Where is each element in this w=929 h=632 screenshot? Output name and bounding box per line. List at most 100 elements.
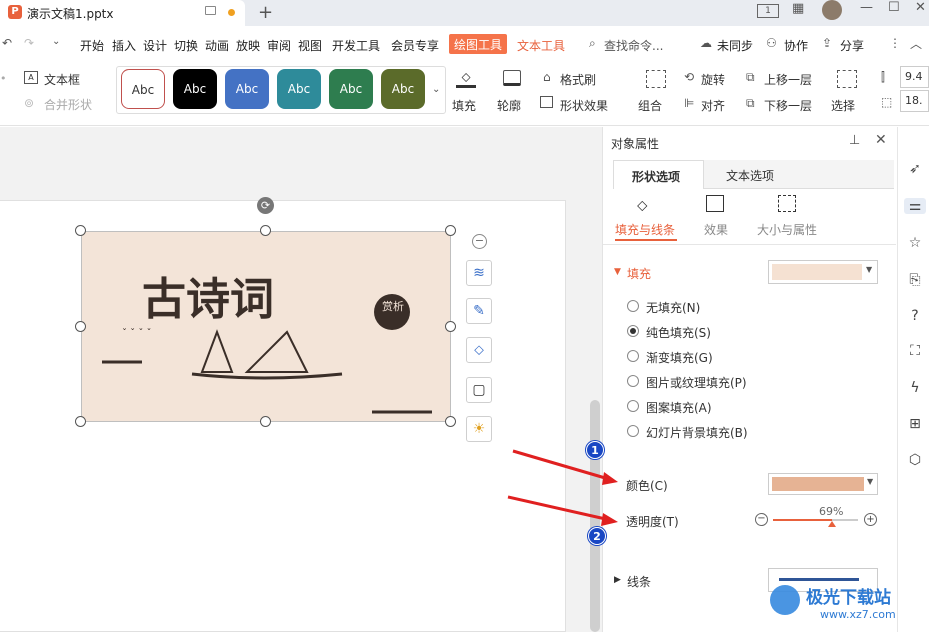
close-window-icon[interactable]: ✕	[915, 0, 926, 15]
resize-handle-tl[interactable]	[75, 225, 86, 236]
quick-access-dropdown-icon[interactable]: ⌄	[52, 36, 60, 47]
radio-solid-fill[interactable]	[627, 325, 639, 337]
layers-icon[interactable]: ≋	[466, 260, 492, 286]
style-sample-4[interactable]: Abc	[277, 69, 321, 109]
option-no-fill[interactable]: 无填充(N)	[646, 299, 700, 316]
menu-drawing-tools[interactable]: 绘图工具	[449, 34, 508, 54]
radio-slide-bg-fill[interactable]	[627, 425, 639, 437]
resize-handle-r[interactable]	[445, 321, 456, 332]
panel-close-icon[interactable]: ✕	[875, 132, 887, 148]
lightbulb-icon[interactable]: ☀	[466, 416, 492, 442]
fill-button[interactable]: 填充	[452, 97, 476, 114]
combine-button[interactable]: 组合	[638, 97, 662, 114]
select-button[interactable]: 选择	[831, 97, 855, 114]
subtab-effect[interactable]: 效果	[704, 221, 728, 238]
undo-icon[interactable]: ↶	[2, 36, 12, 50]
option-solid-fill[interactable]: 纯色填充(S)	[646, 324, 711, 341]
pin-icon[interactable]: ⊥	[849, 133, 860, 148]
align-button[interactable]: 对齐	[701, 97, 725, 114]
option-picture-fill[interactable]: 图片或纹理填充(P)	[646, 374, 747, 391]
collapse-float-toolbar-icon[interactable]: −	[472, 234, 487, 249]
resize-handle-l[interactable]	[75, 321, 86, 332]
fill-float-icon[interactable]: ⬦	[466, 337, 492, 363]
down-layer-button[interactable]: 下移一层	[764, 97, 812, 114]
resize-handle-t[interactable]	[260, 225, 271, 236]
cube-icon[interactable]: ⬡	[907, 452, 923, 468]
menu-insert[interactable]: 插入	[112, 37, 136, 54]
merge-shape-button[interactable]: 合并形状	[44, 96, 92, 113]
image-tool-icon[interactable]: ⛶	[907, 343, 923, 359]
style-sample-6[interactable]: Abc	[381, 69, 425, 109]
tab-shape-options[interactable]: 形状选项	[613, 160, 704, 189]
resize-handle-bl[interactable]	[75, 416, 86, 427]
gallery-more-icon[interactable]: ⌄	[432, 84, 440, 95]
properties-sliders-icon[interactable]: ⚌	[904, 198, 926, 214]
style-sample-3[interactable]: Abc	[225, 69, 269, 109]
menu-review[interactable]: 审阅	[267, 37, 291, 54]
menu-text-tools[interactable]: 文本工具	[517, 37, 565, 54]
book-icon[interactable]: ⊞	[907, 416, 923, 432]
collab-button[interactable]: 协作	[784, 37, 808, 54]
transparency-slider-track[interactable]	[773, 519, 858, 527]
line-section-title[interactable]: 线条	[627, 573, 651, 590]
document-tab[interactable]: P 演示文稿1.pptx	[0, 0, 245, 26]
line-expand-icon[interactable]: ▶	[614, 575, 621, 585]
transparency-decrease-icon[interactable]: −	[755, 513, 768, 526]
transparency-increase-icon[interactable]: +	[864, 513, 877, 526]
menu-transition[interactable]: 切换	[174, 37, 198, 54]
panel-title[interactable]: 对象属性	[611, 135, 659, 152]
radio-picture-fill[interactable]	[627, 375, 639, 387]
sync-status[interactable]: 未同步	[717, 37, 753, 54]
menu-animation[interactable]: 动画	[205, 37, 229, 54]
shape-height-input[interactable]: 9.4	[900, 66, 929, 88]
up-layer-button[interactable]: 上移一层	[764, 71, 812, 88]
rotate-button[interactable]: 旋转	[701, 71, 725, 88]
tab-text-options[interactable]: 文本选项	[704, 160, 894, 189]
outline-float-icon[interactable]: ▢	[466, 377, 492, 403]
maximize-icon[interactable]: ☐	[888, 0, 900, 15]
radio-no-fill[interactable]	[627, 300, 639, 312]
option-gradient-fill[interactable]: 渐变填充(G)	[646, 349, 713, 366]
option-slide-bg-fill[interactable]: 幻灯片背景填充(B)	[646, 424, 748, 441]
menu-member[interactable]: 会员专享	[391, 37, 439, 54]
resize-handle-br[interactable]	[445, 416, 456, 427]
collapse-ribbon-icon[interactable]: ︿	[910, 35, 922, 52]
menu-view[interactable]: 视图	[298, 37, 322, 54]
transition-icon[interactable]: ⎘	[907, 272, 923, 288]
textbox-button[interactable]: 文本框	[44, 71, 80, 88]
help-icon[interactable]: ?	[907, 308, 923, 324]
menu-design[interactable]: 设计	[143, 37, 167, 54]
menu-slideshow[interactable]: 放映	[236, 37, 260, 54]
star-icon[interactable]: ☆	[907, 235, 923, 251]
outline-button[interactable]: 轮廓	[497, 97, 521, 114]
subtab-size-props[interactable]: 大小与属性	[757, 221, 817, 238]
avatar[interactable]	[822, 0, 842, 20]
lightning-icon[interactable]: ϟ	[907, 380, 923, 396]
share-button[interactable]: 分享	[840, 37, 864, 54]
resize-handle-tr[interactable]	[445, 225, 456, 236]
radio-pattern-fill[interactable]	[627, 400, 639, 412]
transparency-slider-thumb[interactable]	[827, 521, 836, 527]
shape-effect-button[interactable]: 形状效果	[560, 97, 608, 114]
fill-expand-icon[interactable]: ▼	[614, 267, 621, 277]
menu-home[interactable]: 开始	[80, 37, 104, 54]
minimize-icon[interactable]: —	[860, 0, 873, 15]
option-pattern-fill[interactable]: 图案填充(A)	[646, 399, 712, 416]
resize-handle-b[interactable]	[260, 416, 271, 427]
style-sample-2[interactable]: Abc	[173, 69, 217, 109]
subtab-fill-line[interactable]: 填充与线条	[615, 221, 675, 238]
monitor-icon[interactable]	[205, 6, 216, 15]
format-brush-button[interactable]: 格式刷	[560, 71, 596, 88]
fill-color-dropdown[interactable]: ▼	[768, 260, 878, 284]
style-sample-5[interactable]: Abc	[329, 69, 373, 109]
layout-icon[interactable]: 1	[757, 4, 779, 18]
menu-developer[interactable]: 开发工具	[332, 37, 380, 54]
more-icon[interactable]: ⋮	[889, 36, 901, 50]
command-search[interactable]: 查找命令...	[604, 37, 663, 54]
color-dropdown[interactable]: ▼	[768, 473, 878, 495]
selected-picture[interactable]: 古诗词 赏析 ˇ ˇ ˇ ˇ	[81, 231, 451, 422]
redo-icon[interactable]: ↷	[24, 36, 34, 50]
fill-section-title[interactable]: 填充	[627, 265, 651, 282]
radio-gradient-fill[interactable]	[627, 350, 639, 362]
shape-width-input[interactable]: 18.	[900, 90, 929, 112]
